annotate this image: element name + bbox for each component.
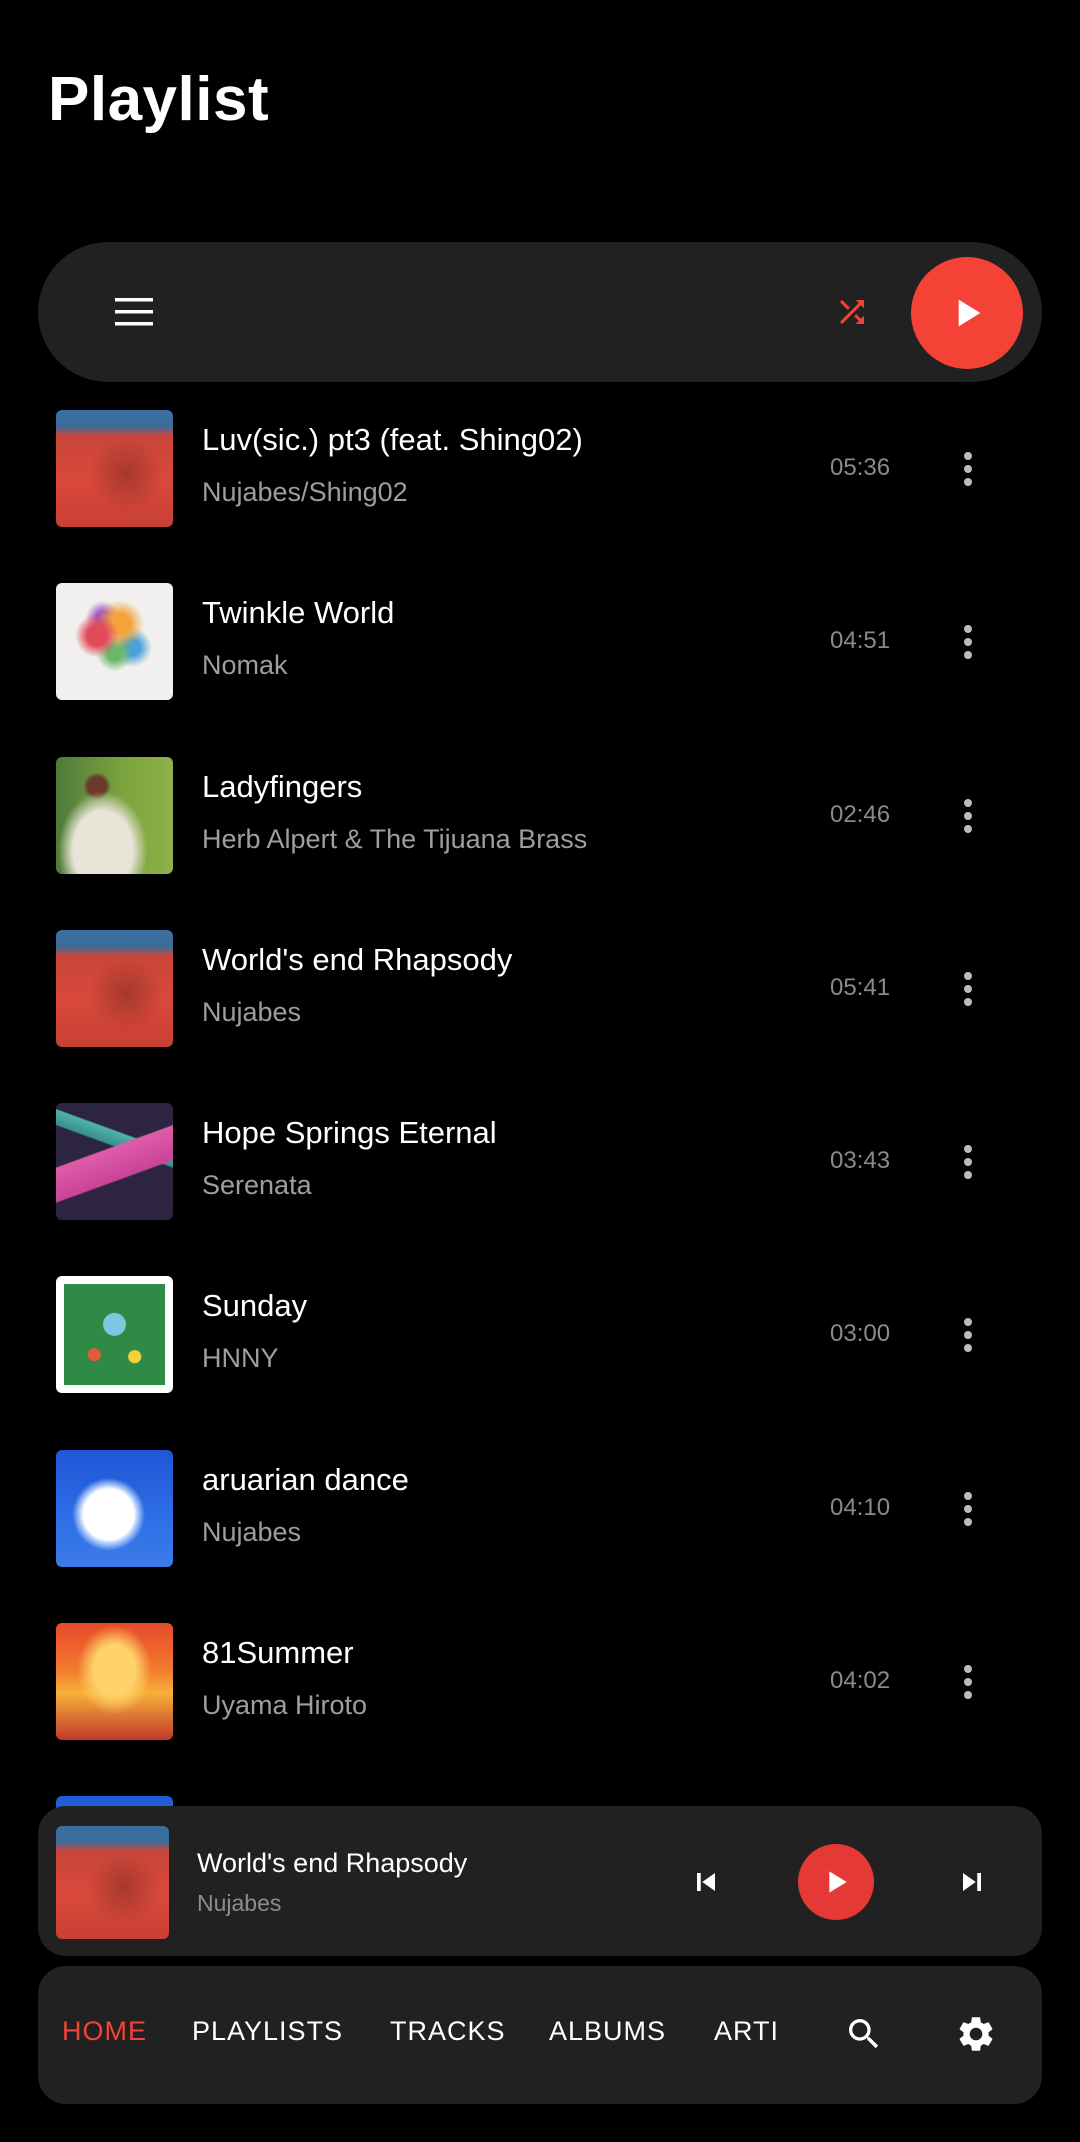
track-title: World's end Rhapsody [202, 941, 513, 977]
track-more-button[interactable] [946, 613, 990, 671]
track-duration: 03:43 [830, 1147, 891, 1175]
track-more-button[interactable] [946, 960, 990, 1018]
track-duration: 04:02 [830, 1667, 891, 1695]
bottom-navigation: HOME PLAYLISTS TRACKS ALBUMS ARTI [38, 1966, 1042, 2104]
previous-button[interactable] [678, 1854, 734, 1910]
track-list: Luv(sic.) pt3 (feat. Shing02) Nujabes/Sh… [0, 390, 1080, 1776]
more-vert-icon [964, 971, 972, 1006]
album-art [56, 1623, 173, 1741]
track-duration: 05:36 [830, 454, 891, 481]
track-more-button[interactable] [946, 1306, 990, 1364]
track-title: Hope Springs Eternal [202, 1115, 497, 1151]
play-icon [958, 299, 981, 327]
settings-gear-icon [959, 2017, 993, 2051]
album-art [56, 1103, 173, 1221]
shuffle-icon [840, 300, 864, 324]
track-more-button[interactable] [946, 787, 990, 845]
play-all-button[interactable] [911, 257, 1023, 369]
track-artist: Nujabes [202, 996, 302, 1027]
track-title: Sunday [202, 1288, 308, 1324]
settings-button[interactable] [946, 2004, 1006, 2064]
tab-home[interactable]: HOME [62, 2016, 147, 2047]
track-artist: Herb Alpert & The Tijuana Brass [202, 823, 588, 854]
search-icon [849, 2019, 879, 2049]
more-vert-icon [964, 1318, 972, 1353]
track-title: aruarian dance [202, 1461, 409, 1497]
track-duration: 04:51 [830, 627, 891, 655]
now-playing-play-button[interactable] [798, 1844, 874, 1920]
next-button[interactable] [944, 1854, 1000, 1910]
playlist-toolbar [38, 242, 1042, 382]
track-artist: Nujabes [202, 1516, 302, 1547]
album-art [56, 410, 173, 527]
now-playing-bar[interactable]: World's end Rhapsody Nujabes [38, 1806, 1042, 1956]
track-more-button[interactable] [946, 1133, 990, 1191]
album-art [56, 1449, 173, 1567]
album-art [56, 583, 173, 701]
track-title: Ladyfingers [202, 768, 363, 804]
track-row[interactable]: Luv(sic.) pt3 (feat. Shing02) Nujabes/Sh… [0, 390, 1080, 563]
now-playing-title: World's end Rhapsody [197, 1848, 468, 1878]
menu-button[interactable] [98, 286, 170, 338]
track-row[interactable]: Ladyfingers Herb Alpert & The Tijuana Br… [0, 737, 1080, 910]
track-artist: HNNY [202, 1343, 279, 1374]
track-duration: 04:10 [830, 1493, 891, 1521]
track-artist: Nujabes/Shing02 [202, 477, 408, 507]
track-duration: 03:00 [830, 1320, 891, 1348]
now-playing-album-art [56, 1826, 169, 1939]
tab-playlists[interactable]: PLAYLISTS [192, 2016, 343, 2047]
track-artist: Uyama Hiroto [202, 1690, 368, 1721]
track-title: Luv(sic.) pt3 (feat. Shing02) [202, 422, 583, 457]
page-title: Playlist [48, 65, 270, 134]
tab-tracks[interactable]: TRACKS [390, 2016, 506, 2047]
track-more-button[interactable] [946, 1480, 990, 1538]
track-duration: 05:41 [830, 973, 891, 1001]
menu-icon [115, 298, 153, 326]
play-icon [829, 1871, 847, 1893]
track-more-button[interactable] [946, 1653, 990, 1711]
now-playing-artist: Nujabes [197, 1890, 282, 1916]
more-vert-icon [964, 1665, 972, 1700]
playlist-screen: Playlist Luv(sic.) pt3 (feat. Shing02) N… [0, 0, 1080, 2142]
track-row[interactable]: Twinkle World Nomak 04:51 [0, 563, 1080, 736]
album-art [56, 929, 173, 1047]
track-row[interactable]: Sunday HNNY 03:00 [0, 1256, 1080, 1429]
shuffle-button[interactable] [820, 280, 884, 344]
tab-albums[interactable]: ALBUMS [549, 2016, 666, 2047]
album-art [56, 756, 173, 874]
track-row[interactable]: World's end Rhapsody Nujabes 05:41 [0, 910, 1080, 1083]
track-artist: Nomak [202, 650, 288, 681]
track-row[interactable]: 81Summer Uyama Hiroto 04:02 [0, 1603, 1080, 1776]
skip-next-icon [963, 1873, 981, 1891]
search-button[interactable] [834, 2004, 894, 2064]
more-vert-icon [964, 452, 972, 486]
track-duration: 02:46 [830, 800, 891, 828]
track-more-button[interactable] [946, 440, 990, 498]
track-row[interactable]: aruarian dance Nujabes 04:10 [0, 1430, 1080, 1603]
tab-artists[interactable]: ARTI [714, 2016, 779, 2047]
track-artist: Serenata [202, 1170, 312, 1201]
nav-tabs-scroller[interactable]: HOME PLAYLISTS TRACKS ALBUMS ARTI [38, 1966, 790, 2104]
track-row[interactable]: Hope Springs Eternal Serenata 03:43 [0, 1083, 1080, 1256]
skip-previous-icon [697, 1873, 715, 1891]
more-vert-icon [964, 798, 972, 833]
album-art [56, 1276, 173, 1394]
track-title: Twinkle World [202, 595, 395, 631]
more-vert-icon [964, 1145, 972, 1180]
more-vert-icon [964, 1491, 972, 1526]
more-vert-icon [964, 625, 972, 660]
track-title: 81Summer [202, 1635, 354, 1671]
